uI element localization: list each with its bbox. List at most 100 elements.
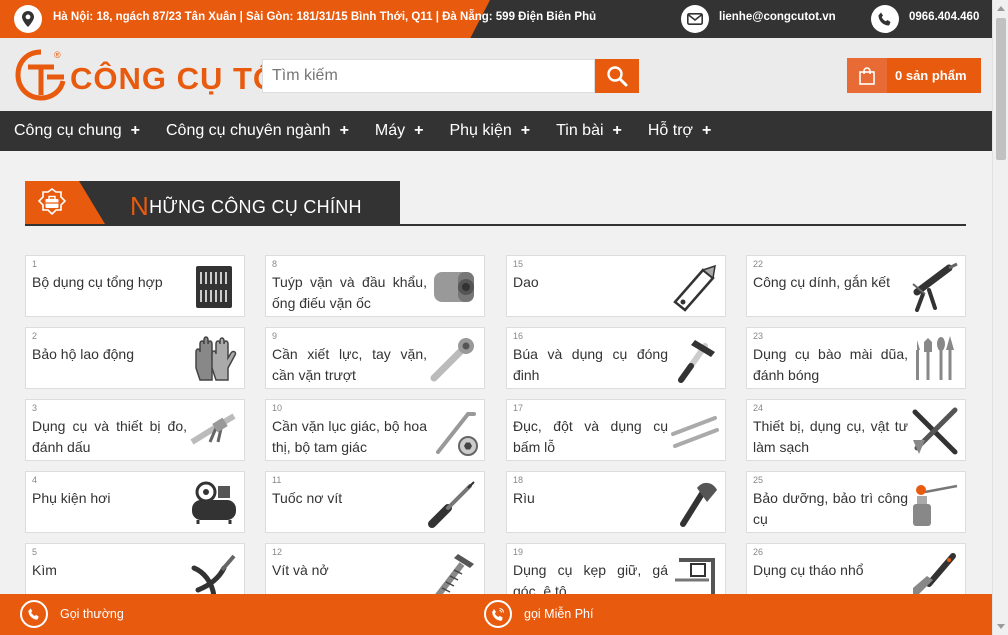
category-number: 22 xyxy=(753,259,764,269)
socket-icon xyxy=(434,272,474,302)
category-label: Tuốc nơ vít xyxy=(272,490,343,506)
category-label: Dụng cụ và thiết bị đo, đánh dấu xyxy=(32,418,187,455)
screw-icon xyxy=(433,554,474,600)
phone-link[interactable]: 0966.404.460 xyxy=(909,11,979,23)
category-number: 4 xyxy=(32,475,38,485)
nav-item-label: Công cụ chuyên ngành xyxy=(165,122,331,139)
ratchet-icon xyxy=(430,338,474,382)
pliers-icon xyxy=(191,554,236,599)
category-card[interactable]: 4 Phụ kiện hơi xyxy=(25,471,245,533)
nav-item-cong-cu-chung[interactable]: Công cụ chung + xyxy=(14,122,140,140)
category-number: 24 xyxy=(753,403,764,413)
category-number: 23 xyxy=(753,331,764,341)
registered-mark: ® xyxy=(54,50,61,60)
burr-bits-icon xyxy=(916,336,954,380)
category-label: Đục, đột và dụng cụ bấm lỗ xyxy=(513,418,668,455)
category-number: 19 xyxy=(513,547,524,557)
category-number: 9 xyxy=(272,331,278,341)
category-number: 12 xyxy=(272,547,283,557)
category-number: 15 xyxy=(513,259,524,269)
category-card[interactable]: 10 Cần vặn lục giác, bộ hoa thị, bộ tam … xyxy=(265,399,485,461)
nav-item-may[interactable]: Máy + xyxy=(375,122,424,140)
cart-button[interactable]: 0 sản phẩm xyxy=(847,58,981,93)
main-nav: Công cụ chung + Công cụ chuyên ngành + Máy… xyxy=(0,111,992,151)
section-heading: NHỮNG CÔNG CỤ CHÍNH xyxy=(25,181,966,226)
caliper-icon xyxy=(190,413,236,445)
phone-ringing-icon xyxy=(484,600,512,628)
category-number: 16 xyxy=(513,331,524,341)
email-link[interactable]: lienhe@congcutot.vn xyxy=(719,11,836,23)
hex-key-icon xyxy=(436,412,478,456)
scroll-down-arrow-icon[interactable] xyxy=(997,624,1005,629)
caulking-gun-icon xyxy=(912,262,958,312)
phone-icon[interactable] xyxy=(871,5,899,33)
shopping-bag-icon xyxy=(847,58,887,93)
scroll-up-arrow-icon[interactable] xyxy=(997,6,1005,11)
category-card[interactable]: 25 Bảo dưỡng, bảo trì công cụ xyxy=(746,471,966,533)
section-title: NHỮNG CÔNG CỤ CHÍNH xyxy=(130,191,362,222)
nav-item-ho-tro[interactable]: Hỗ trợ + xyxy=(648,122,712,140)
nav-item-phu-kien[interactable]: Phụ kiện + xyxy=(449,122,530,140)
category-card[interactable]: 1 Bộ dụng cụ tổng hợp xyxy=(25,255,245,317)
category-card[interactable]: 23 Dụng cụ bào mài dũa, đánh bóng xyxy=(746,327,966,389)
category-card[interactable]: 2 Bảo hộ lao động xyxy=(25,327,245,389)
category-number: 11 xyxy=(272,475,282,485)
category-card[interactable]: 22 Công cụ dính, gắn kết xyxy=(746,255,966,317)
air-compressor-icon xyxy=(192,481,236,524)
category-label: Dụng cụ bào mài dũa, đánh bóng xyxy=(753,346,908,383)
category-label: Phụ kiện hơi xyxy=(32,490,111,506)
call-normal-label: Gọi thường xyxy=(60,607,124,621)
category-label: Thiết bị, dụng cụ, vật tư làm sạch xyxy=(753,418,908,455)
site-logo[interactable]: ® CÔNG CỤ TỐT xyxy=(14,47,297,103)
vertical-scrollbar[interactable] xyxy=(992,0,1008,635)
cleaning-tools-icon xyxy=(912,407,958,455)
toolbox-icon xyxy=(25,181,79,224)
category-label: Bảo dưỡng, bảo trì công cụ xyxy=(753,490,908,527)
category-card[interactable]: 18 Rìu xyxy=(506,471,726,533)
call-normal-button[interactable]: Gọi thường xyxy=(20,600,124,628)
search-input[interactable] xyxy=(262,59,595,93)
plus-icon: + xyxy=(702,122,712,139)
gloves-icon xyxy=(195,336,237,381)
page: Hà Nội: 18, ngách 87/23 Tân Xuân | Sài G… xyxy=(0,0,992,635)
category-card[interactable]: 17 Đục, đột và dụng cụ bấm lỗ xyxy=(506,399,726,461)
mail-icon[interactable] xyxy=(681,5,709,33)
scrollbar-thumb[interactable] xyxy=(996,18,1006,160)
category-card[interactable]: 11 Tuốc nơ vít xyxy=(265,471,485,533)
section-title-bar: NHỮNG CÔNG CỤ CHÍNH xyxy=(79,181,400,224)
category-card[interactable]: 15 Dao xyxy=(506,255,726,317)
chisel-icon xyxy=(671,416,719,448)
call-free-button[interactable]: gọi Miễn Phí xyxy=(484,600,593,628)
category-label: Dụng cụ tháo nhổ xyxy=(753,562,864,578)
category-card[interactable]: 8 Tuýp vặn và đầu khẩu, ống điếu vặn ốc xyxy=(265,255,485,317)
category-label: Cần xiết lực, tay vặn, cần vặn trượt xyxy=(272,346,427,383)
category-card[interactable]: 24 Thiết bị, dụng cụ, vật tư làm sạch xyxy=(746,399,966,461)
location-icon xyxy=(14,5,42,33)
category-label: Vít và nở xyxy=(272,562,329,578)
category-label: Bộ dụng cụ tổng hợp xyxy=(32,274,163,290)
category-card[interactable]: 16 Búa và dụng cụ đóng đinh xyxy=(506,327,726,389)
site-header: ® CÔNG CỤ TỐT 0 sản phẩm xyxy=(0,38,992,111)
search-button[interactable] xyxy=(595,59,639,93)
category-number: 26 xyxy=(753,547,764,557)
plus-icon: + xyxy=(339,122,349,139)
category-card[interactable]: 9 Cần xiết lực, tay vặn, cần vặn trượt xyxy=(265,327,485,389)
axe-icon xyxy=(680,482,717,527)
category-number: 10 xyxy=(272,403,283,413)
category-number: 18 xyxy=(513,475,524,485)
logo-mark-icon: ® xyxy=(15,49,66,101)
call-free-label: gọi Miễn Phí xyxy=(524,607,594,621)
plus-icon: + xyxy=(612,122,622,139)
nav-item-cong-cu-chuyen-nganh[interactable]: Công cụ chuyên ngành + xyxy=(166,122,349,140)
category-label: Dao xyxy=(513,274,539,290)
toolbox-set-icon xyxy=(196,266,232,308)
phone-icon xyxy=(20,600,48,628)
screwdriver-icon xyxy=(428,481,475,528)
plus-icon: + xyxy=(130,122,140,139)
nav-item-tin-bai[interactable]: Tin bài + xyxy=(556,122,622,140)
section-title-initial: N xyxy=(130,191,150,221)
cart-count: 0 sản phẩm xyxy=(895,68,967,83)
category-card[interactable]: 3 Dụng cụ và thiết bị đo, đánh dấu xyxy=(25,399,245,461)
category-number: 1 xyxy=(32,259,38,269)
hammer-icon xyxy=(678,340,715,383)
